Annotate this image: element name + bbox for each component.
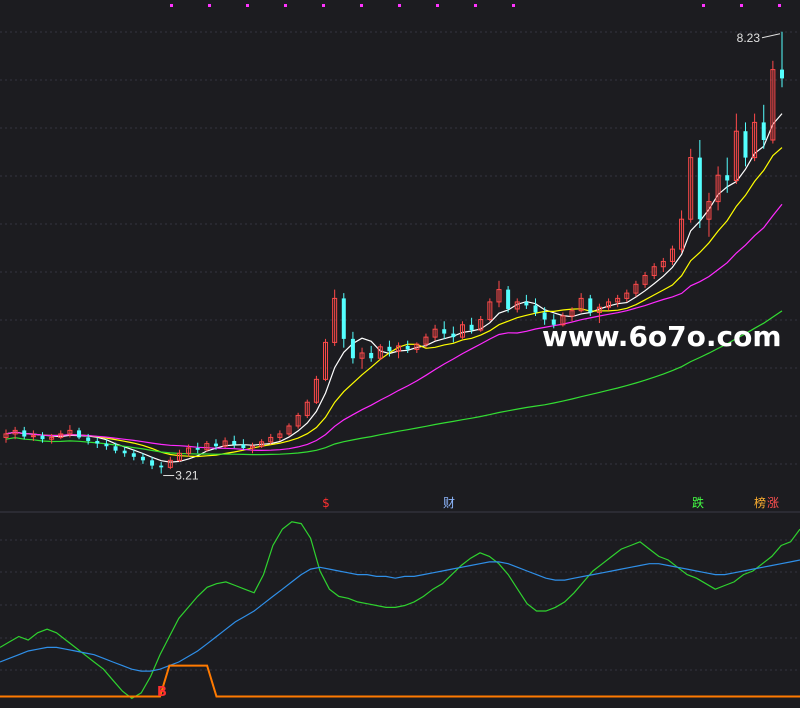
candle-down bbox=[150, 460, 155, 466]
candle-down bbox=[542, 312, 547, 320]
top-dot bbox=[398, 4, 401, 7]
candle-down bbox=[159, 465, 164, 468]
candle-down bbox=[697, 157, 702, 220]
top-dot bbox=[436, 4, 439, 7]
candle-down bbox=[451, 333, 456, 338]
candle-up bbox=[30, 435, 36, 438]
candle-down bbox=[122, 450, 127, 454]
top-dot bbox=[170, 4, 173, 7]
high-price-label: 8.23 bbox=[737, 31, 761, 45]
stock-chart: $ 财 跌 榜涨 8.23 3.21 www.6o7o.com B bbox=[0, 0, 800, 708]
top-dot bbox=[208, 4, 211, 7]
candle-down bbox=[369, 352, 374, 359]
candle-down bbox=[77, 430, 82, 438]
candle-down bbox=[588, 298, 593, 313]
top-dot bbox=[778, 4, 781, 7]
top-dot bbox=[740, 4, 743, 7]
top-dot bbox=[284, 4, 287, 7]
event-marker: 榜 bbox=[754, 495, 766, 510]
top-dot bbox=[512, 4, 515, 7]
candle-down bbox=[405, 345, 410, 350]
candle-down bbox=[506, 289, 511, 309]
candle-down bbox=[442, 329, 447, 334]
event-marker: $ bbox=[322, 496, 330, 510]
event-marker: 跌 bbox=[692, 495, 704, 510]
candle-down bbox=[387, 346, 392, 352]
candle-down bbox=[131, 453, 136, 457]
candle-down bbox=[95, 440, 100, 444]
candle-down bbox=[22, 430, 27, 437]
top-dot bbox=[702, 4, 705, 7]
candle-down bbox=[241, 444, 246, 448]
top-dot bbox=[322, 4, 325, 7]
candle-down bbox=[524, 301, 529, 306]
candle-down bbox=[104, 443, 109, 447]
candle-down bbox=[140, 456, 145, 461]
candle-down bbox=[761, 122, 766, 140]
candle-down bbox=[40, 435, 45, 440]
watermark: www.6o7o.com bbox=[542, 320, 782, 353]
top-dot bbox=[246, 4, 249, 7]
event-marker: 涨 bbox=[767, 495, 779, 510]
candle-down bbox=[780, 69, 784, 79]
candle-down bbox=[341, 298, 346, 339]
candle-down bbox=[469, 324, 474, 331]
low-price-label: 3.21 bbox=[175, 469, 199, 483]
candle-down bbox=[350, 338, 355, 359]
candle-down bbox=[725, 175, 730, 181]
candle-down bbox=[195, 448, 200, 450]
top-dot bbox=[474, 4, 477, 7]
candle-down bbox=[743, 131, 748, 158]
candle-down bbox=[113, 446, 118, 451]
chart-background bbox=[0, 0, 800, 708]
candle-down bbox=[213, 443, 218, 447]
top-dot bbox=[360, 4, 363, 7]
buy-signal-marker: B bbox=[157, 685, 167, 700]
candle-down bbox=[86, 437, 91, 441]
candle-down bbox=[232, 440, 237, 445]
candle-down bbox=[533, 305, 538, 313]
watermark-text: www.6o7o.com bbox=[542, 320, 782, 353]
event-marker: 财 bbox=[443, 496, 455, 510]
